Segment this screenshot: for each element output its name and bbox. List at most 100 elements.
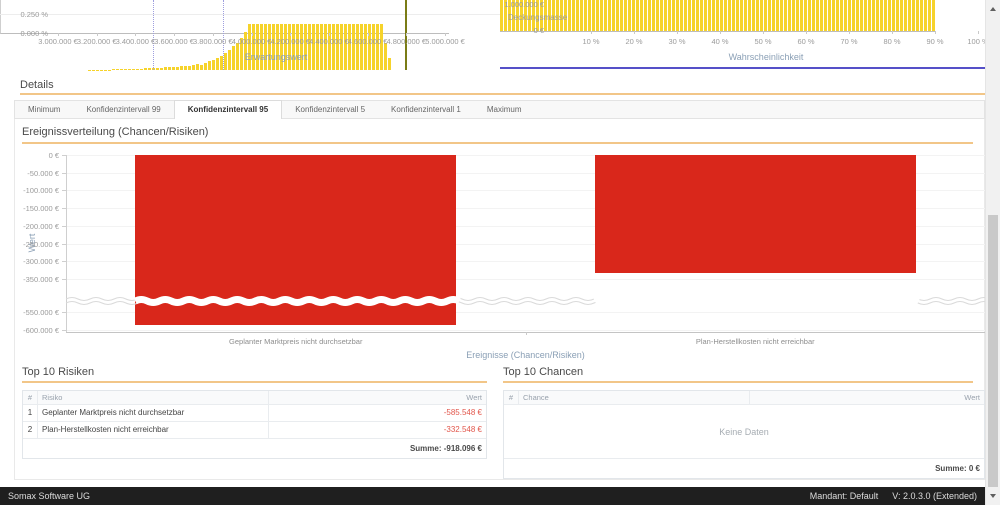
tab-maximum[interactable]: Maximum (474, 101, 535, 118)
risk-row[interactable]: 2Plan-Herstellkosten nicht erreichbar-33… (23, 421, 486, 438)
y-tick-label: 0.250 % (0, 10, 48, 19)
grid-line (0, 14, 500, 15)
histogram-bar (140, 69, 143, 70)
histogram-bar (380, 24, 383, 70)
col-header-risk: Risiko (38, 391, 269, 404)
tab-konfidenzintervall-99[interactable]: Konfidenzintervall 99 (73, 101, 173, 118)
tab-konfidenzintervall-95[interactable]: Konfidenzintervall 95 (174, 100, 282, 120)
y-tick-label: 0.000 % (0, 29, 48, 38)
expected-value-axis-title: Erwartungswert (52, 52, 500, 62)
histogram-bar (128, 69, 131, 70)
y-tick-label: -300.000 € (22, 257, 59, 266)
histogram-bar (300, 24, 303, 70)
histogram-bar (188, 66, 191, 70)
top-risks-section: Top 10 Risiken # Risiko Wert 1Geplanter … (22, 366, 487, 458)
x-tick-label: 20 % (614, 37, 654, 46)
x-tick-mark (135, 33, 136, 36)
y-tick-label: -600.000 € (22, 326, 59, 335)
x-tick-mark (720, 31, 721, 34)
x-tick-mark (591, 31, 592, 34)
col-header-value: Wert (269, 391, 486, 404)
x-tick-mark (763, 31, 764, 34)
x-tick-mark (935, 31, 936, 34)
histogram-bar (164, 67, 167, 70)
scrollbar-thumb[interactable] (988, 215, 998, 487)
col-header-num: # (23, 391, 38, 404)
histogram-bar (172, 67, 175, 70)
histogram-bar (180, 66, 183, 70)
x-tick-label: 60 % (786, 37, 826, 46)
histogram-bar (348, 24, 351, 70)
histogram-bar (136, 69, 139, 70)
risks-sum-row: Summe: -918.096 € (23, 438, 486, 458)
no-data-message: Keine Daten (504, 404, 984, 458)
top-risks-heading: Top 10 Risiken (22, 366, 94, 378)
scroll-down-button[interactable] (986, 488, 1000, 504)
risk-row-name: Plan-Herstellkosten nicht erreichbar (38, 422, 269, 438)
x-tick-mark (58, 33, 59, 36)
top-risks-underline (22, 381, 487, 383)
histogram-bar (264, 24, 267, 70)
histogram-bar (288, 24, 291, 70)
histogram-bar (168, 67, 171, 70)
top-chances-underline (503, 381, 973, 383)
x-tick-label: 90 % (915, 37, 955, 46)
y-tick-label: -550.000 € (22, 308, 59, 317)
histogram-bar (332, 24, 335, 70)
histogram-bar (248, 24, 251, 70)
histogram-bar (364, 24, 367, 70)
histogram-bar (304, 24, 307, 70)
histogram-bar (144, 68, 147, 70)
histogram-bar (280, 24, 283, 70)
x-tick-mark (252, 33, 253, 36)
deckungsmasse-line (500, 67, 985, 69)
histogram-bar (328, 24, 331, 70)
top-chances-table: # Chance Wert Keine Daten Summe: 0 € (503, 390, 985, 479)
histogram-bar (160, 68, 163, 70)
scroll-up-button[interactable] (986, 1, 1000, 17)
x-tick-mark (97, 33, 98, 36)
y-tick-label: -150.000 € (22, 204, 59, 213)
x-tick-mark (849, 31, 850, 34)
histogram-bar (360, 24, 363, 70)
x-tick-label: 40 % (700, 37, 740, 46)
y-tick-label: -50.000 € (22, 169, 59, 178)
histogram-bar (316, 24, 319, 70)
event-distribution-underline (22, 142, 973, 144)
histogram-bar (324, 24, 327, 70)
tab-konfidenzintervall-1[interactable]: Konfidenzintervall 1 (378, 101, 474, 118)
histogram-bar (320, 24, 323, 70)
app-window: Erwartungswert 3.000.000 €3.200.000 €3.4… (0, 0, 1000, 505)
axis-break-wave (66, 155, 985, 332)
footer-right: Mandant: DefaultV: 2.0.3.0 (Extended) (796, 487, 977, 505)
x-tick-label: 50 % (743, 37, 783, 46)
y-tick-label: -200.000 € (22, 222, 59, 231)
table-header-row: # Risiko Wert (23, 391, 486, 404)
histogram-bar (252, 24, 255, 70)
histogram-bar (268, 24, 271, 70)
details-underline (20, 93, 985, 95)
histogram-bar (276, 24, 279, 70)
risk-rows: 1Geplanter Marktpreis nicht durchsetzbar… (23, 404, 486, 438)
x-tick-mark (406, 33, 407, 36)
y-tick-label: -250.000 € (22, 240, 59, 249)
tab-konfidenzintervall-5[interactable]: Konfidenzintervall 5 (282, 101, 378, 118)
tab-minimum[interactable]: Minimum (15, 101, 73, 118)
histogram-bar (368, 24, 371, 70)
col-header-value: Wert (750, 391, 984, 404)
x-tick-mark (978, 31, 979, 34)
histogram-bar (336, 24, 339, 70)
y-tick-label: -350.000 € (22, 275, 59, 284)
top-chances-heading: Top 10 Chancen (503, 366, 583, 378)
histogram-bar (340, 24, 343, 70)
vertical-scrollbar[interactable] (985, 0, 1000, 505)
y-tick-label: 0 € (22, 151, 59, 160)
histogram-bar (292, 24, 295, 70)
series-label: Deckungsmasse (508, 13, 567, 22)
x-tick-label: 70 % (829, 37, 869, 46)
x-tick-mark (677, 31, 678, 34)
tab-bar: MinimumKonfidenzintervall 99Konfidenzint… (14, 100, 985, 119)
risk-row[interactable]: 1Geplanter Marktpreis nicht durchsetzbar… (23, 404, 486, 421)
histogram-bar (184, 66, 187, 70)
x-tick-label: 5.000.000 € (417, 37, 473, 46)
